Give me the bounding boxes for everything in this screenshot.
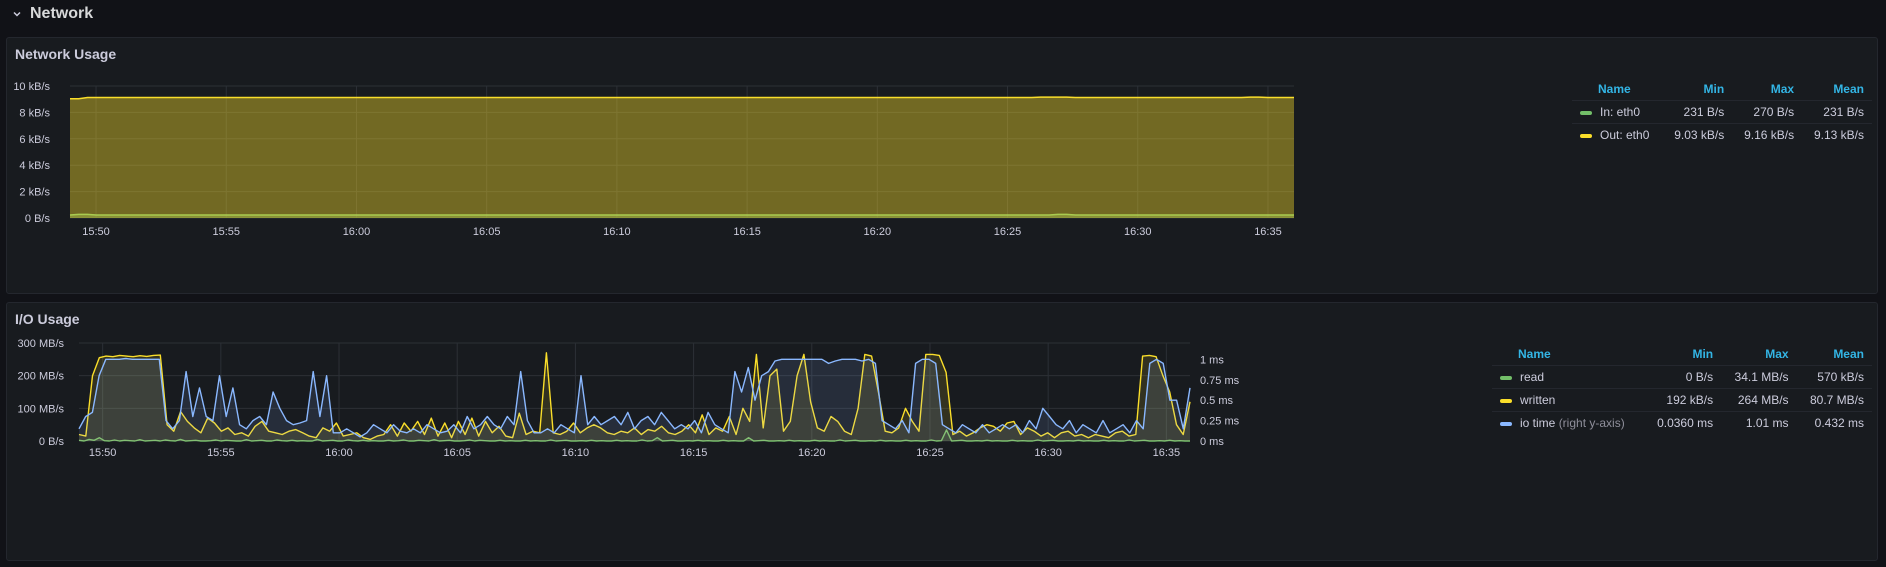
y-tick-label: 0 B/s <box>25 213 51 225</box>
x-tick-label: 16:05 <box>443 447 471 459</box>
chevron-down-icon[interactable] <box>12 9 22 19</box>
legend-swatch <box>1500 375 1512 380</box>
legend-max: 1.01 ms <box>1721 411 1797 434</box>
legend-series-name: Out: eth0 <box>1600 128 1650 142</box>
y-tick-label: 200 MB/s <box>18 371 65 383</box>
x-tick-label: 15:55 <box>207 447 235 459</box>
legend-max: 34.1 MB/s <box>1721 365 1797 389</box>
network-usage-chart: 0 B/s 2 kB/s 4 kB/s 6 kB/s 8 kB/s 10 kB/s 15:5… <box>13 81 1294 238</box>
legend-max: 264 MB/s <box>1721 388 1797 412</box>
legend-mean: 9.13 kB/s <box>1802 123 1872 146</box>
network-legend: Name Min Max Mean In: eth0 231 B/s 270 B… <box>1572 82 1872 146</box>
legend-row[interactable]: In: eth0 231 B/s 270 B/s 231 B/s <box>1572 100 1872 124</box>
legend-header-max[interactable]: Max <box>1721 347 1796 366</box>
y2-tick-label: 1 ms <box>1200 354 1224 366</box>
x-tick-label: 16:30 <box>1034 447 1062 459</box>
io-usage-chart: 0 B/s 100 MB/s 200 MB/s 300 MB/s 0 ms 0.25 ms… <box>18 338 1240 459</box>
legend-header-min[interactable]: Min <box>1662 82 1732 101</box>
legend-row[interactable]: read 0 B/s 34.1 MB/s 570 kB/s <box>1492 365 1872 389</box>
x-tick-label: 16:35 <box>1153 447 1181 459</box>
legend-mean: 0.432 ms <box>1796 411 1872 434</box>
x-tick-label: 16:25 <box>994 226 1022 238</box>
x-tick-label: 16:35 <box>1254 226 1282 238</box>
x-tick-label: 15:50 <box>89 447 117 459</box>
io-legend: Name Min Max Mean read 0 B/s 34.1 MB/s 5… <box>1492 347 1872 434</box>
legend-series-name: In: eth0 <box>1600 105 1641 119</box>
legend-swatch <box>1580 110 1592 115</box>
y-tick-label: 0 B/s <box>39 436 65 448</box>
legend-header-mean[interactable]: Mean <box>1797 347 1872 366</box>
legend-series-name: read <box>1520 370 1545 384</box>
legend-swatch <box>1500 398 1512 403</box>
legend-min: 192 kB/s <box>1643 388 1722 412</box>
legend-series-name: written <box>1520 393 1556 407</box>
legend-row[interactable]: Out: eth0 9.03 kB/s 9.16 kB/s 9.13 kB/s <box>1572 123 1872 146</box>
legend-mean: 231 B/s <box>1802 100 1872 124</box>
legend-row[interactable]: written 192 kB/s 264 MB/s 80.7 MB/s <box>1492 388 1872 412</box>
legend-max: 270 B/s <box>1732 100 1803 124</box>
y-tick-label: 4 kB/s <box>19 160 50 172</box>
row-title: Network <box>30 5 94 22</box>
x-tick-label: 16:05 <box>473 226 501 238</box>
x-tick-label: 16:00 <box>343 226 371 238</box>
legend-row[interactable]: io time (right y-axis) 0.0360 ms 1.01 ms… <box>1492 411 1872 434</box>
legend-min: 0 B/s <box>1643 365 1722 389</box>
legend-mean: 80.7 MB/s <box>1796 388 1872 412</box>
x-tick-label: 15:50 <box>82 226 110 238</box>
y2-tick-label: 0.25 ms <box>1200 416 1240 428</box>
y-tick-label: 2 kB/s <box>19 187 50 199</box>
legend-header-name[interactable]: Name <box>1492 347 1644 366</box>
io-usage-panel: I/O Usage 0 B/s 100 MB/s 200 MB/s 300 MB/s 0… <box>6 302 1878 561</box>
legend-series-suffix: (right y-axis) <box>1558 416 1625 430</box>
y2-tick-label: 0 ms <box>1200 436 1224 448</box>
network-usage-panel: Network Usage 0 B/s 2 kB/s 4 kB/s 6 kB/s 8 k… <box>6 37 1878 294</box>
y2-tick-label: 0.5 ms <box>1200 395 1234 407</box>
series-line-io-time <box>78 357 1191 438</box>
legend-swatch <box>1500 421 1512 426</box>
y-tick-label: 10 kB/s <box>13 81 50 93</box>
x-tick-label: 16:15 <box>680 447 708 459</box>
legend-header-max[interactable]: Max <box>1732 82 1802 101</box>
y-tick-label: 6 kB/s <box>19 134 50 146</box>
x-tick-label: 16:15 <box>733 226 761 238</box>
x-tick-label: 15:55 <box>212 226 240 238</box>
series-line-written <box>78 352 1191 441</box>
legend-max: 9.16 kB/s <box>1732 123 1803 146</box>
legend-swatch <box>1580 133 1592 138</box>
x-tick-label: 16:20 <box>864 226 892 238</box>
series-area-out-eth0 <box>70 97 1294 218</box>
x-tick-label: 16:30 <box>1124 226 1152 238</box>
legend-min: 231 B/s <box>1662 100 1733 124</box>
x-tick-label: 16:20 <box>798 447 826 459</box>
legend-header-mean[interactable]: Mean <box>1802 82 1872 101</box>
y2-tick-label: 0.75 ms <box>1200 375 1240 387</box>
x-tick-label: 16:00 <box>325 447 353 459</box>
legend-mean: 570 kB/s <box>1796 365 1872 389</box>
x-tick-label: 16:10 <box>562 447 590 459</box>
legend-min: 0.0360 ms <box>1643 411 1722 434</box>
row-header[interactable]: Network <box>0 0 1886 28</box>
legend-header-min[interactable]: Min <box>1644 347 1722 366</box>
legend-series-name: io time <box>1520 416 1556 430</box>
x-tick-label: 16:25 <box>916 447 944 459</box>
x-tick-label: 16:10 <box>603 226 631 238</box>
y-tick-label: 100 MB/s <box>18 403 65 415</box>
legend-min: 9.03 kB/s <box>1662 123 1733 146</box>
y-tick-label: 8 kB/s <box>19 107 50 119</box>
legend-header-name[interactable]: Name <box>1572 82 1662 101</box>
y-tick-label: 300 MB/s <box>18 338 65 350</box>
